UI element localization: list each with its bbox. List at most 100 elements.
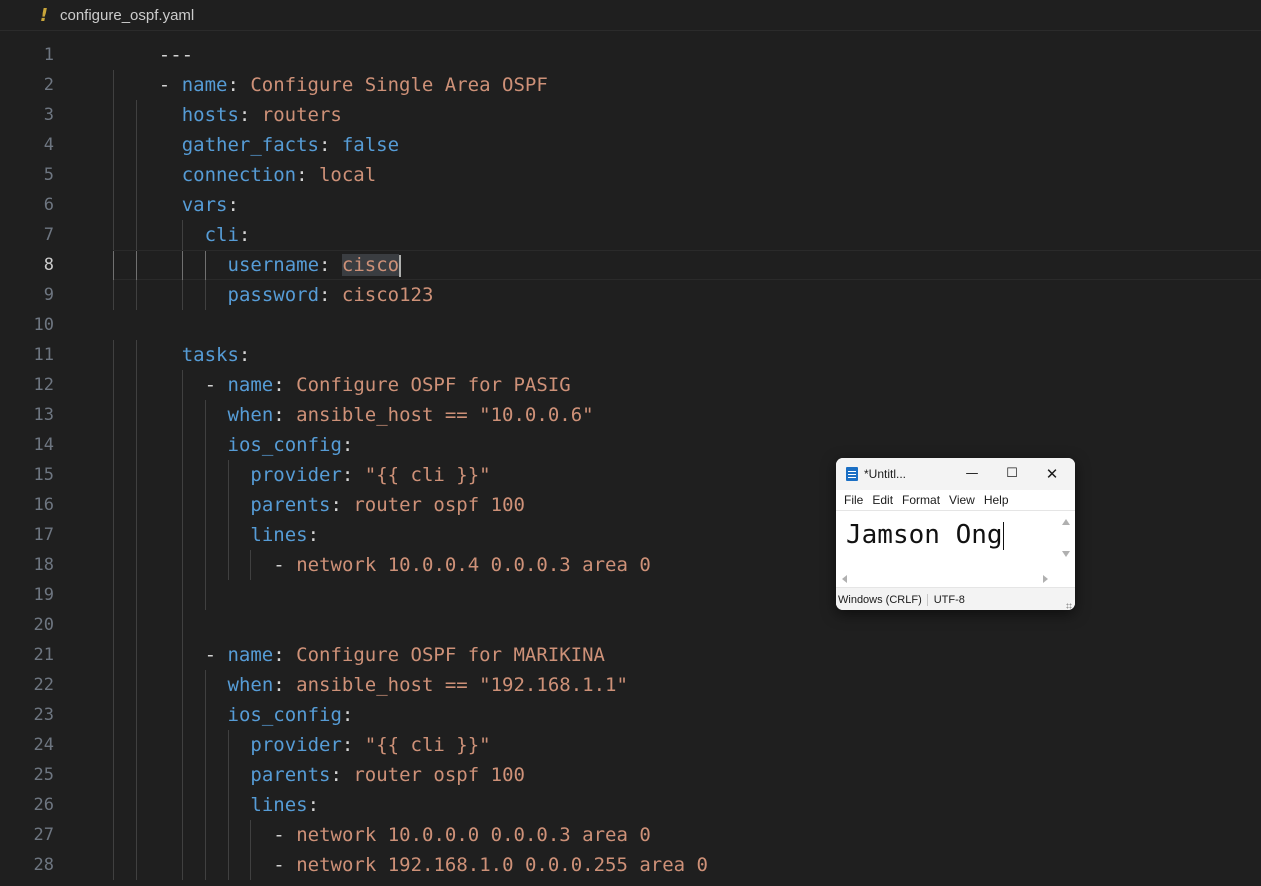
line-number: 19 [33, 585, 54, 605]
indent-guide [204, 670, 206, 700]
code-line[interactable]: when: ansible_host == "192.168.1.1" [113, 670, 1261, 700]
code-line[interactable] [113, 610, 1261, 640]
code-line[interactable]: - name: Configure OSPF for PASIG [113, 370, 1261, 400]
menu-edit[interactable]: Edit [872, 493, 893, 507]
indent-guide [181, 430, 183, 460]
indent-guide [181, 251, 183, 281]
code-line[interactable]: ios_config: [113, 700, 1261, 730]
indent-guide [181, 280, 183, 310]
code-line[interactable]: --- [113, 40, 1261, 70]
indent-guide [181, 580, 183, 610]
indent-guide [204, 700, 206, 730]
vertical-scrollbar[interactable] [1058, 511, 1075, 569]
indent-guide [250, 850, 252, 880]
indent-guide [204, 550, 206, 580]
menu-format[interactable]: Format [902, 493, 940, 507]
line-number: 24 [33, 735, 54, 755]
yaml-key-token: connection [181, 164, 297, 186]
notepad-app-icon [846, 467, 858, 481]
punctuation-token: : [330, 494, 354, 516]
indent-guide [227, 730, 229, 760]
code-line[interactable]: vars: [113, 190, 1261, 220]
indent-guide [181, 220, 183, 250]
indent-guide [204, 460, 206, 490]
resize-grip-icon[interactable] [1066, 603, 1072, 609]
notepad-title: *Untitl... [864, 467, 907, 481]
code-line[interactable]: when: ansible_host == "10.0.0.6" [113, 400, 1261, 430]
notepad-title-bar[interactable]: *Untitl... — ☐ ✕ [836, 458, 1075, 490]
indent-guide [113, 340, 114, 370]
indent-guide [113, 370, 114, 400]
code-line[interactable]: username: cisco [113, 250, 1261, 281]
code-line[interactable]: cli: [113, 220, 1261, 250]
notepad-window[interactable]: *Untitl... — ☐ ✕ File Edit Format View H… [836, 458, 1075, 610]
code-line[interactable]: - name: Configure OSPF for MARIKINA [113, 640, 1261, 670]
code-line[interactable] [113, 580, 1261, 610]
code-line[interactable]: provider: "{{ cli }}" [113, 730, 1261, 760]
menu-file[interactable]: File [844, 493, 863, 507]
notepad-text-area[interactable]: Jamson Ong [836, 511, 1075, 569]
indent-guide [181, 700, 183, 730]
indent-guide [135, 700, 137, 730]
indent-guide [113, 70, 114, 100]
line-number: 21 [33, 645, 54, 665]
indent-guide [181, 490, 183, 520]
scroll-left-icon[interactable] [842, 575, 847, 583]
indent-guide [227, 820, 229, 850]
code-line[interactable]: lines: [113, 520, 1261, 550]
code-line[interactable]: tasks: [113, 340, 1261, 370]
maximize-button[interactable]: ☐ [993, 458, 1031, 490]
punctuation-token: : [296, 164, 319, 186]
line-number: 25 [33, 765, 54, 785]
yaml-key-token: parents [250, 764, 331, 786]
indent-guide [113, 100, 114, 130]
yaml-value-token: router ospf 100 [353, 764, 525, 786]
close-button[interactable]: ✕ [1033, 458, 1071, 490]
yaml-value-token: network 10.0.0.0 0.0.0.3 area 0 [296, 824, 651, 846]
selected-token: cisco [341, 254, 400, 276]
notepad-status-bar: Windows (CRLF) UTF-8 [836, 587, 1075, 610]
yaml-key-token: provider [250, 464, 342, 486]
menu-help[interactable]: Help [984, 493, 1009, 507]
line-number: 15 [33, 465, 54, 485]
menu-view[interactable]: View [949, 493, 975, 507]
indent-guide [204, 280, 206, 310]
indent-guide [181, 790, 183, 820]
scroll-up-icon[interactable] [1062, 519, 1070, 525]
file-tab-title[interactable]: configure_ospf.yaml [60, 7, 194, 24]
indent-guide [135, 430, 137, 460]
punctuation-token: : [273, 404, 297, 426]
code-line[interactable]: gather_facts: false [113, 130, 1261, 160]
code-line[interactable] [113, 310, 1261, 340]
code-line[interactable]: lines: [113, 790, 1261, 820]
punctuation-token: : [341, 734, 365, 756]
scroll-right-icon[interactable] [1043, 575, 1048, 583]
code-line[interactable]: provider: "{{ cli }}" [113, 460, 1261, 490]
code-line[interactable]: - network 10.0.0.4 0.0.0.3 area 0 [113, 550, 1261, 580]
indent-guide [135, 370, 137, 400]
minimize-button[interactable]: — [953, 458, 991, 490]
code-line[interactable]: - network 192.168.1.0 0.0.0.255 area 0 [113, 850, 1261, 880]
horizontal-scrollbar[interactable] [836, 569, 1075, 587]
code-line[interactable]: parents: router ospf 100 [113, 760, 1261, 790]
line-number: 14 [33, 435, 54, 455]
yaml-value-token: cisco123 [341, 284, 434, 306]
indent-guide [135, 280, 137, 310]
code-line[interactable]: password: cisco123 [113, 280, 1261, 310]
scroll-down-icon[interactable] [1062, 551, 1070, 557]
indent-guide [135, 730, 137, 760]
code-line[interactable]: hosts: routers [113, 100, 1261, 130]
code-line[interactable]: parents: router ospf 100 [113, 490, 1261, 520]
code-area[interactable]: --- - name: Configure Single Area OSPF hos… [113, 40, 1261, 880]
punctuation-token: : [227, 74, 251, 96]
code-line[interactable]: connection: local [113, 160, 1261, 190]
yaml-key-token: hosts [181, 104, 239, 126]
code-line[interactable]: - name: Configure Single Area OSPF [113, 70, 1261, 100]
indent-guide [227, 760, 229, 790]
code-line[interactable]: ios_config: [113, 430, 1261, 460]
yaml-value-token: Configure Single Area OSPF [250, 74, 548, 96]
indent-guide [135, 850, 137, 880]
code-line[interactable]: - network 10.0.0.0 0.0.0.3 area 0 [113, 820, 1261, 850]
notepad-menu-bar: File Edit Format View Help [836, 490, 1075, 511]
yaml-value-token: ansible_host == "10.0.0.6" [296, 404, 594, 426]
